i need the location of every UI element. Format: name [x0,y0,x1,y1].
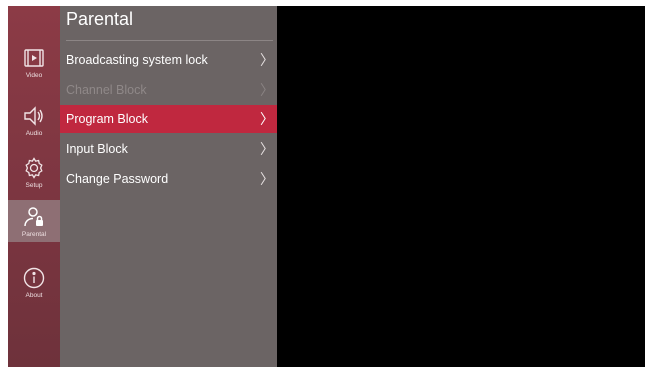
rail-label: Video [25,71,43,79]
rail-item-audio[interactable]: Audio [8,94,60,146]
menu-item-broadcasting-system-lock[interactable]: Broadcasting system lock 〉 [60,46,277,74]
tv-screen: Video Audio Setup Parental About Parenta… [8,6,645,367]
gear-icon [22,156,46,180]
rail-item-setup[interactable]: Setup [8,146,60,198]
rail-item-about[interactable]: About [8,256,60,308]
rail-item-parental[interactable]: Parental [8,200,60,242]
menu-item-change-password[interactable]: Change Password 〉 [60,165,277,193]
rail-item-video[interactable]: Video [8,36,60,88]
parental-menu-panel: Parental Broadcasting system lock 〉 Chan… [60,6,277,367]
info-icon [22,266,46,290]
menu-item-label: Input Block [66,142,128,156]
speaker-icon [22,104,46,128]
menu-item-program-block[interactable]: Program Block 〉 [60,105,277,133]
menu-item-label: Change Password [66,172,169,186]
chevron-right-icon: 〉 [260,82,274,98]
chevron-right-icon: 〉 [260,141,274,157]
menu-item-label: Program Block [66,112,148,126]
panel-title: Parental [66,9,134,29]
menu-item-channel-block: Channel Block 〉 [60,76,277,104]
rail-label: Setup [25,181,43,189]
user-lock-icon [22,205,46,229]
menu-item-label: Channel Block [66,83,147,97]
chevron-right-icon: 〉 [260,171,274,187]
menu-item-input-block[interactable]: Input Block 〉 [60,135,277,163]
chevron-right-icon: 〉 [260,111,274,127]
menu-item-label: Broadcasting system lock [66,53,208,67]
chevron-right-icon: 〉 [260,52,274,68]
category-rail: Video Audio Setup Parental About [8,6,60,367]
title-divider [66,40,273,41]
rail-label: Parental [21,230,47,238]
video-icon [22,46,46,70]
rail-label: Audio [25,129,43,137]
rail-label: About [25,291,43,299]
